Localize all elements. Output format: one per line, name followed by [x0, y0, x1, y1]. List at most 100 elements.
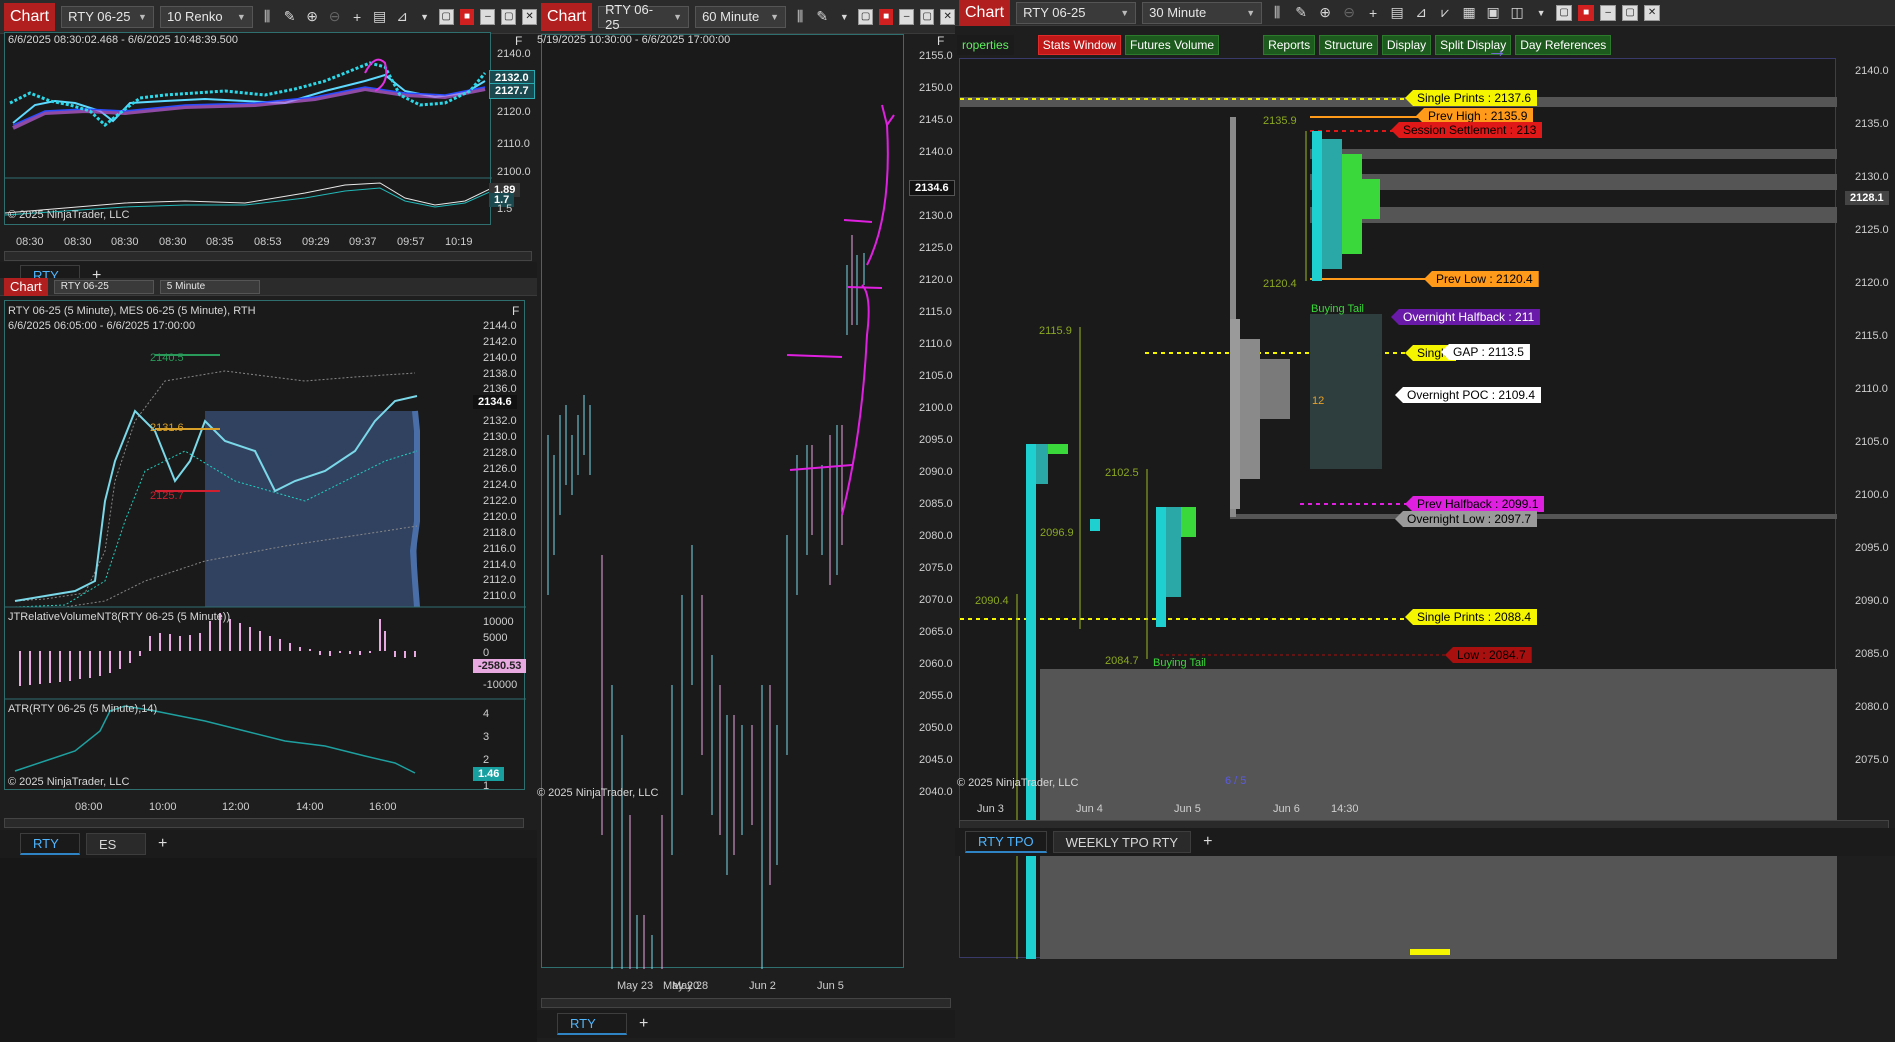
draw-tool-icon[interactable]: ✎	[1292, 4, 1310, 22]
reports-button[interactable]: Reports	[1263, 35, 1316, 55]
f-button[interactable]: F	[515, 34, 522, 48]
close-icon[interactable]: ✕	[940, 8, 955, 25]
price-tick: 2080.0	[919, 530, 953, 542]
chart-menu-button[interactable]: Chart	[4, 278, 48, 296]
menu-dropdown-icon[interactable]: ▼	[416, 8, 433, 26]
draw-tool-icon[interactable]: ✎	[281, 8, 298, 26]
bar-type-icon[interactable]: ⫼	[792, 8, 808, 26]
crosshair-icon[interactable]: +	[349, 8, 366, 26]
close-icon[interactable]: ✕	[1644, 4, 1661, 21]
five-minute-toolbar: Chart RTY 06-25 5 Minute	[0, 278, 537, 296]
instrument-selector[interactable]: RTY 06-25	[53, 279, 154, 294]
close-icon[interactable]: ✕	[522, 8, 537, 25]
snap-icon[interactable]: ▢	[1556, 4, 1573, 21]
minimize-icon[interactable]: –	[480, 8, 496, 25]
zoom-in-icon[interactable]: ⊕	[304, 8, 321, 26]
snap-icon[interactable]: ▢	[858, 8, 873, 25]
time-tick: 08:30	[64, 236, 92, 248]
day-references-button[interactable]: Day References	[1515, 35, 1612, 55]
date-tick: May 28	[672, 980, 709, 992]
instrument-selector[interactable]: RTY 06-25 ▼	[598, 2, 690, 32]
time-tick: 08:35	[206, 236, 234, 248]
strategy-icon[interactable]: ⊿	[1412, 4, 1430, 22]
time-tick: 09:29	[302, 236, 330, 248]
ind1-tick: 5000	[483, 632, 508, 644]
structure-button[interactable]: Structure	[1319, 35, 1378, 55]
strategy-icon[interactable]: ⊿	[394, 8, 411, 26]
period-selector[interactable]: 60 Minute ▼	[695, 5, 787, 28]
price-tick: 2110.0	[1855, 383, 1888, 395]
chart-title: RTY 06-25 (5 Minute), MES 06-25 (5 Minut…	[8, 305, 256, 317]
crosshair-icon[interactable]: +	[1364, 4, 1382, 22]
instrument-value: RTY 06-25	[68, 9, 131, 24]
chart-trader-icon[interactable]: ⩗	[1436, 4, 1454, 22]
zoom-out-icon[interactable]: ⊖	[326, 8, 343, 26]
link-icon[interactable]: ■	[1578, 4, 1595, 21]
zoom-in-icon[interactable]: ⊕	[1316, 4, 1334, 22]
price-tick: 2132.0	[483, 415, 517, 427]
instrument-selector[interactable]: RTY 06-25 ▼	[1016, 1, 1137, 24]
price-tick: 2090.0	[919, 466, 953, 478]
tab-rty[interactable]: RTY	[557, 1013, 627, 1035]
tab-es[interactable]: ES	[86, 833, 146, 855]
chevron-down-icon: ▼	[1120, 7, 1130, 18]
screenshot-icon[interactable]: ◫	[1508, 4, 1526, 22]
price-tick: 2130.0	[919, 210, 953, 222]
tab-rty[interactable]: RTY	[20, 833, 80, 855]
f-button[interactable]: F	[937, 34, 944, 48]
period-selector[interactable]: 10 Renko ▼	[159, 5, 253, 28]
chart-menu-button[interactable]: Chart	[959, 0, 1011, 26]
tab-rty-tpo[interactable]: RTY TPO	[965, 831, 1047, 853]
period-selector[interactable]: 5 Minute	[159, 279, 260, 294]
bar-type-icon[interactable]: ⫼	[1268, 4, 1286, 22]
ind2-tick: 1	[483, 780, 490, 792]
properties-icon[interactable]: ▤	[1388, 4, 1406, 22]
instrument-selector[interactable]: RTY 06-25 ▼	[61, 5, 154, 28]
bar-type-icon[interactable]: ⫼	[259, 8, 276, 26]
price-tick: 2105.0	[1855, 436, 1889, 448]
sixty-minute-plot-area[interactable]	[541, 34, 904, 995]
chart-menu-button[interactable]: Chart	[4, 2, 56, 31]
chevron-down-icon: ▼	[236, 11, 246, 22]
futures-volume-button[interactable]: Futures Volume	[1125, 35, 1220, 55]
maximize-icon[interactable]: ▢	[919, 8, 935, 25]
draw-tool-icon[interactable]: ✎	[814, 8, 830, 26]
add-tab-icon[interactable]: +	[633, 1015, 654, 1033]
renko-plot-area[interactable]	[4, 32, 493, 225]
properties-icon[interactable]: ▤	[371, 8, 388, 26]
menu-dropdown-icon[interactable]: ▼	[836, 8, 852, 26]
stats-window-button[interactable]: Stats Window	[1037, 35, 1122, 55]
date-tick: Jun 2	[749, 980, 776, 992]
add-tab-icon[interactable]: +	[152, 835, 173, 853]
horizontal-scrollbar[interactable]	[4, 251, 532, 261]
snap-icon[interactable]: ▢	[438, 8, 454, 25]
horizontal-scrollbar[interactable]	[4, 818, 524, 828]
price-tick: 2120.0	[919, 274, 953, 286]
minimize-icon[interactable]: –	[1600, 4, 1617, 21]
last-price-marker: 2128.1	[1845, 191, 1889, 205]
f-button[interactable]: F	[512, 304, 519, 318]
zoom-out-icon[interactable]: ⊖	[1340, 4, 1358, 22]
tab-weekly-tpo-rty[interactable]: WEEKLY TPO RTY	[1052, 831, 1192, 853]
five-minute-plot-area[interactable]	[4, 300, 526, 790]
last-price-marker: 2134.6	[473, 395, 517, 409]
properties-button[interactable]: roperties	[957, 35, 1014, 55]
gap-tag: GAP : 2113.5	[1441, 344, 1530, 360]
minimize-icon[interactable]: –	[899, 8, 914, 25]
session-settlement-tag: Session Settlement : 213	[1391, 122, 1543, 138]
menu-dropdown-icon[interactable]: ▼	[1532, 4, 1550, 22]
price-tick: 2135.0	[1855, 118, 1889, 130]
period-selector[interactable]: 30 Minute ▼	[1142, 1, 1263, 24]
alerts-icon[interactable]: ▣	[1484, 4, 1502, 22]
horizontal-scrollbar[interactable]	[541, 998, 951, 1008]
add-tab-icon[interactable]: +	[1197, 833, 1218, 851]
date-tick: Jun 5	[1174, 803, 1201, 815]
chart-menu-button[interactable]: Chart	[541, 2, 593, 31]
display-button[interactable]: Display	[1381, 35, 1432, 55]
link-icon[interactable]: ■	[459, 8, 475, 25]
link-icon[interactable]: ■	[878, 8, 894, 25]
price-tick: 2095.0	[919, 434, 953, 446]
data-box-icon[interactable]: ▦	[1460, 4, 1478, 22]
maximize-icon[interactable]: ▢	[501, 8, 517, 25]
maximize-icon[interactable]: ▢	[1622, 4, 1639, 21]
